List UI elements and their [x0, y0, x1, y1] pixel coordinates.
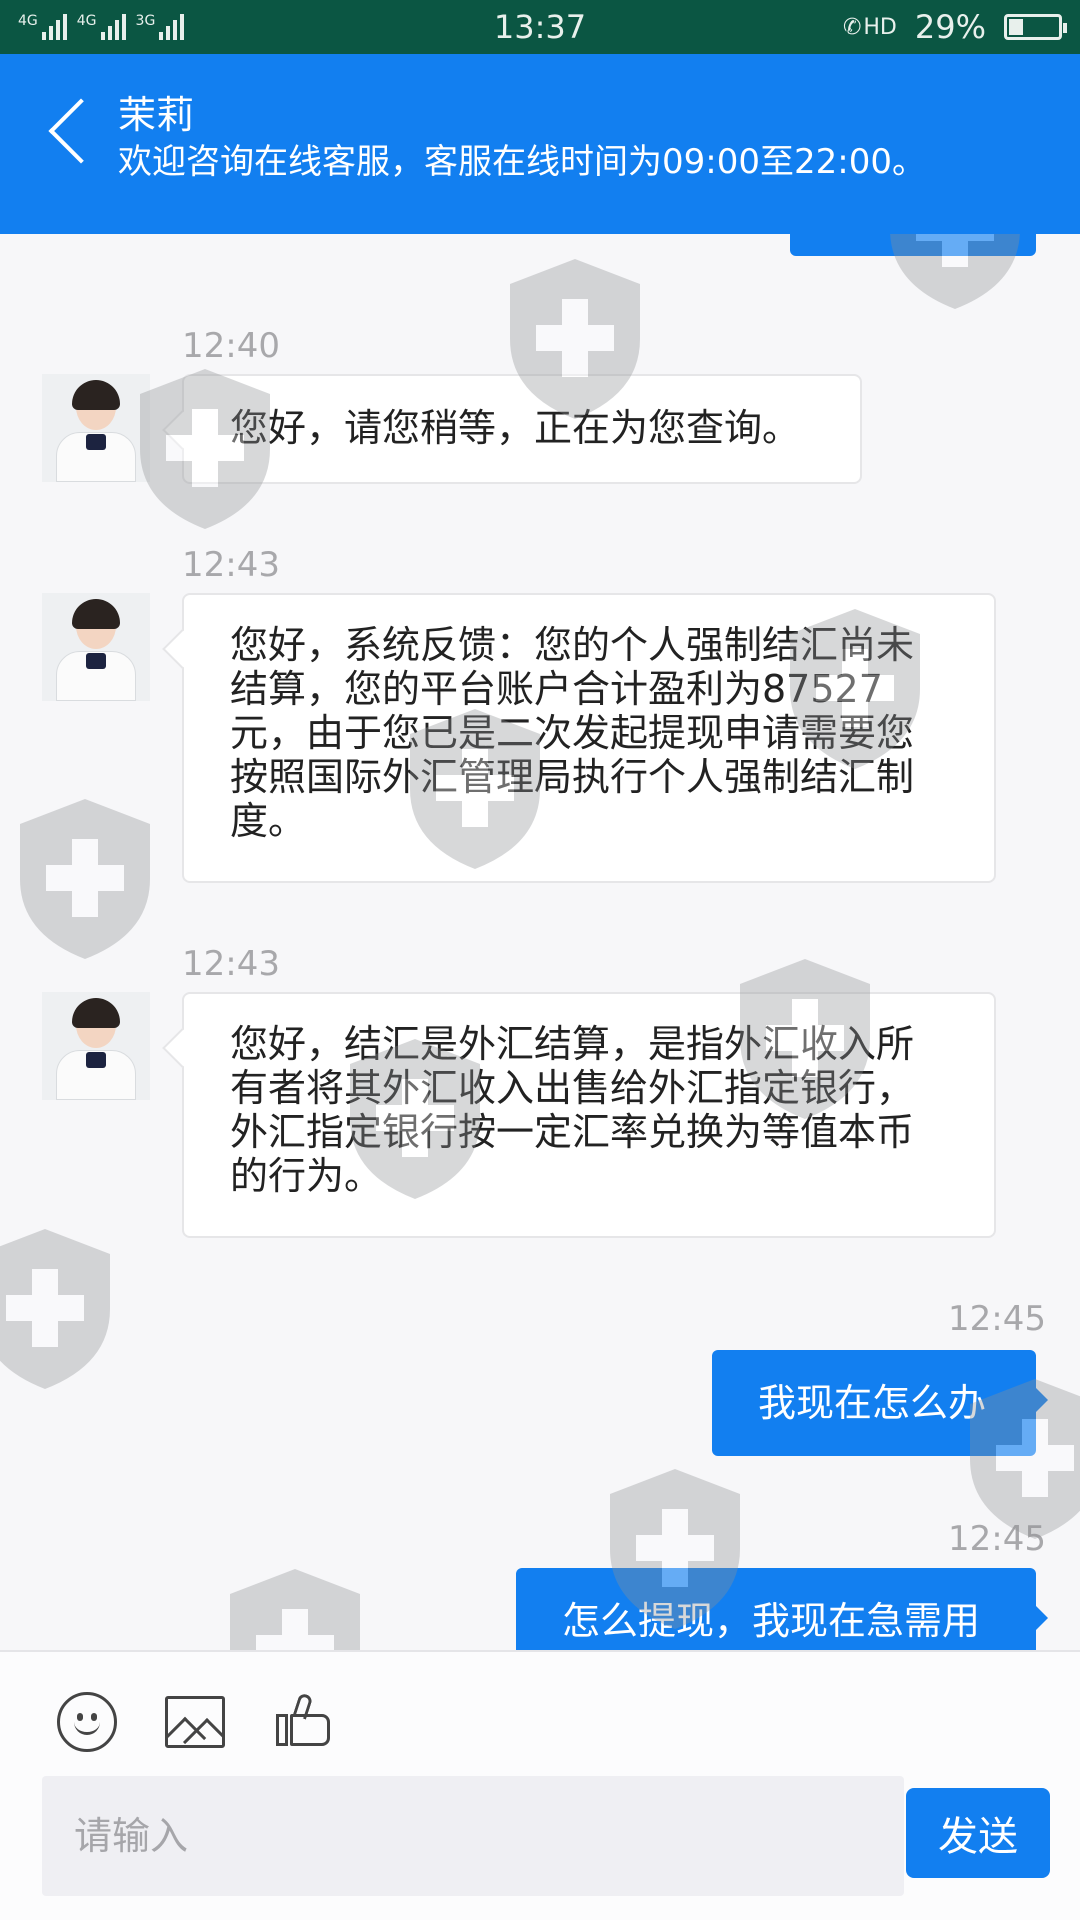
message-time: 12:43 — [182, 545, 280, 585]
thumbs-up-icon[interactable] — [274, 1692, 334, 1748]
agent-avatar[interactable] — [42, 992, 150, 1100]
signal-bars-icon — [159, 14, 185, 40]
status-bar: 4G 4G 3G 13:37 ✆ HD 29% — [0, 0, 1080, 54]
back-icon — [48, 98, 114, 164]
signal-bars-icon — [41, 14, 67, 40]
signal-bars-icon — [100, 14, 126, 40]
message-text: 您好，请您稍等，正在为您查询。 — [230, 406, 801, 450]
battery-percent: 29% — [914, 8, 986, 46]
image-icon[interactable] — [165, 1696, 225, 1748]
hd-badge: HD — [863, 14, 897, 40]
phone-icon: ✆ — [842, 14, 862, 40]
message-time: 12:45 — [948, 1299, 1046, 1339]
message-input[interactable] — [42, 1776, 904, 1896]
signal-4g-2: 4G — [77, 14, 126, 40]
message-text: 您好，系统反馈：您的个人强制结汇尚未结算，您的平台账户合计盈利为87527元，由… — [230, 623, 915, 843]
message-time: 12:45 — [948, 1519, 1046, 1559]
message-time: 12:40 — [182, 326, 280, 366]
previous-outgoing-bubble — [790, 234, 1036, 256]
incoming-message[interactable]: 您好，系统反馈：您的个人强制结汇尚未结算，您的平台账户合计盈利为87527元，由… — [182, 593, 996, 883]
message-text: 您好，结汇是外汇结算，是指外汇收入所有者将其外汇收入出售给外汇指定银行，外汇指定… — [230, 1022, 915, 1198]
message-input-container — [42, 1776, 904, 1896]
message-list[interactable]: 12:40 您好，请您稍等，正在为您查询。 12:43 您好，系统反馈：您的个人… — [0, 234, 1080, 1650]
incoming-message[interactable]: 您好，请您稍等，正在为您查询。 — [182, 374, 862, 484]
agent-avatar[interactable] — [42, 593, 150, 701]
shield-watermark-icon — [230, 1569, 360, 1650]
battery-icon — [1004, 14, 1067, 40]
outgoing-message[interactable]: 我现在怎么办 — [712, 1350, 1048, 1456]
send-button[interactable]: 发送 — [906, 1788, 1050, 1878]
network-label: 3G — [135, 13, 156, 29]
signal-indicators: 4G 4G 3G — [18, 14, 185, 40]
shield-watermark-icon — [20, 799, 150, 959]
emoji-icon[interactable] — [57, 1692, 117, 1752]
outgoing-message[interactable]: 怎么提现，我现在急需用 — [516, 1568, 1048, 1650]
agent-name: 茉莉 — [118, 93, 195, 137]
chat-header: 茉莉 欢迎咨询在线客服，客服在线时间为09:00至22:00。 — [0, 54, 1080, 234]
message-text: 我现在怎么办 — [758, 1381, 987, 1425]
agent-avatar[interactable] — [42, 374, 150, 482]
back-button[interactable] — [40, 94, 114, 184]
shield-watermark-icon — [0, 1229, 110, 1389]
input-panel: 发送 — [0, 1650, 1080, 1920]
message-text: 怎么提现，我现在急需用 — [562, 1599, 981, 1643]
signal-4g-1: 4G — [18, 14, 67, 40]
battery-level — [1009, 19, 1023, 35]
service-hours-subtitle: 欢迎咨询在线客服，客服在线时间为09:00至22:00。 — [118, 142, 926, 182]
signal-3g: 3G — [136, 14, 185, 40]
network-label: 4G — [18, 13, 38, 29]
message-time: 12:43 — [182, 944, 280, 984]
incoming-message[interactable]: 您好，结汇是外汇结算，是指外汇收入所有者将其外汇收入出售给外汇指定银行，外汇指定… — [182, 992, 996, 1238]
network-label: 4G — [76, 13, 97, 29]
hd-call-indicator: ✆ HD — [843, 15, 897, 40]
